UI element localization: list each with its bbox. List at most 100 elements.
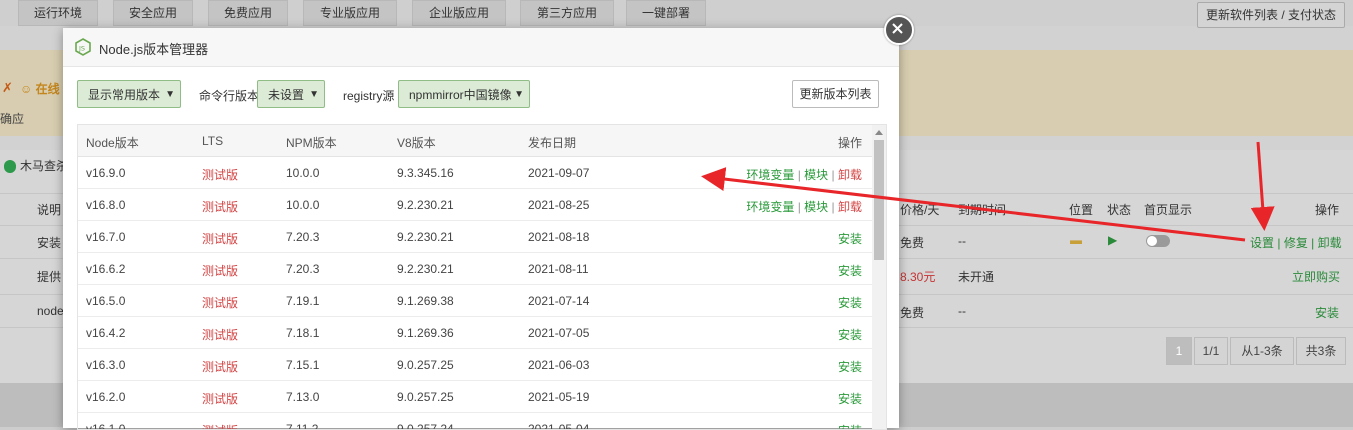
install-link[interactable]: 安装 xyxy=(838,232,862,246)
separator: | xyxy=(797,200,801,214)
row-operations: 安装 xyxy=(838,358,862,375)
v8-version-cell: 9.0.257.24 xyxy=(397,422,454,430)
env-variable-link[interactable]: 环境变量 xyxy=(746,200,794,214)
release-date-cell: 2021-07-05 xyxy=(528,326,590,340)
buy-now-link[interactable]: 立即购买 xyxy=(1292,268,1340,285)
col-home-header: 首页显示 xyxy=(1144,203,1193,217)
module-link[interactable]: 模块 xyxy=(804,200,828,214)
version-row: v16.5.0 测试版 7.19.1 9.1.269.38 2021-07-14 安装 xyxy=(78,285,872,317)
install-link[interactable]: 安装 xyxy=(838,392,862,406)
uninstall-link[interactable]: 卸载 xyxy=(838,168,862,182)
cli-version-select[interactable]: 未设置 ▼ xyxy=(257,80,325,108)
tab-free[interactable]: 免费应用 xyxy=(208,0,288,26)
pager-range: 从1-3条 xyxy=(1230,337,1294,365)
lts-cell: 测试版 xyxy=(202,422,238,429)
tab-security[interactable]: 安全应用 xyxy=(113,0,193,26)
tab-enterprise[interactable]: 企业版应用 xyxy=(412,0,506,26)
chevron-down-icon: ▼ xyxy=(165,89,175,100)
pager-current-page[interactable]: 1 xyxy=(1166,337,1192,365)
folder-icon[interactable]: ▬ xyxy=(1070,233,1082,247)
lts-cell: 测试版 xyxy=(202,200,239,214)
v8-version-cell: 9.0.257.25 xyxy=(397,358,454,372)
install-link[interactable]: 安装 xyxy=(838,264,862,278)
app-row-name: 安装 xyxy=(37,236,62,250)
v8-version-cell: 9.2.230.21 xyxy=(397,198,454,212)
table-header: Node版本 LTS NPM版本 V8版本 发布日期 操作 xyxy=(78,125,872,157)
row-operations: 安装 xyxy=(838,390,862,407)
npm-version-cell: 7.20.3 xyxy=(286,230,320,244)
version-row: v16.6.2 测试版 7.20.3 9.2.230.21 2021-08-11 安装 xyxy=(78,253,872,285)
home-display-toggle[interactable] xyxy=(1146,235,1170,247)
online-service-link[interactable]: ☺ 在线 xyxy=(20,80,60,97)
update-version-list-button[interactable]: 更新版本列表 xyxy=(792,80,879,108)
col-node-version: Node版本 xyxy=(86,136,139,150)
release-date-cell: 2021-07-14 xyxy=(528,294,590,308)
col-v8-version: V8版本 xyxy=(397,136,436,150)
play-icon[interactable]: ▶ xyxy=(1108,233,1117,247)
uninstall-link[interactable]: 卸载 xyxy=(838,200,862,214)
v8-version-cell: 9.1.269.38 xyxy=(397,294,454,308)
install-link[interactable]: 安装 xyxy=(838,328,862,342)
node-version-cell: v16.8.0 xyxy=(86,198,126,212)
app-row-expire: 未开通 xyxy=(958,270,995,284)
version-row: v16.9.0 测试版 10.0.0 9.3.345.16 2021-09-07 环境变量… xyxy=(78,157,872,189)
npm-version-cell: 10.0.0 xyxy=(286,166,320,180)
release-date-cell: 2021-09-07 xyxy=(528,166,590,180)
release-date-cell: 2021-06-03 xyxy=(528,358,590,372)
install-link[interactable]: 安装 xyxy=(838,296,862,310)
scroll-up-arrow-icon[interactable] xyxy=(875,130,883,135)
lts-cell: 测试版 xyxy=(202,296,239,310)
install-link[interactable]: 安装 xyxy=(838,424,862,429)
refresh-software-list-button[interactable]: 更新软件列表 / 支付状态 xyxy=(1196,2,1345,28)
node-version-cell: v16.2.0 xyxy=(86,390,126,404)
node-version-cell: v16.4.2 xyxy=(86,326,126,340)
col-operations: 操作 xyxy=(837,136,862,150)
version-row: v16.1.0 测试版 7.11.2 9.0.257.24 2021-05-04 安装 xyxy=(78,413,872,430)
pager-total: 共3条 xyxy=(1296,337,1346,365)
uninstall-link[interactable]: 卸载 xyxy=(1318,236,1342,250)
online-label: 在线 xyxy=(35,82,60,96)
app-row-price: 免费 xyxy=(900,306,925,320)
col-desc-header: 说明 xyxy=(37,203,62,217)
node-version-cell: v16.6.2 xyxy=(86,262,126,276)
row-operations: 环境变量 | 模块 | 卸载 xyxy=(746,198,862,215)
version-filter-select[interactable]: 显示常用版本 ▼ xyxy=(77,80,181,108)
trojan-label: 木马查杀 xyxy=(20,159,69,173)
tab-one-click-deploy[interactable]: 一键部署 xyxy=(626,0,706,26)
scrollbar-thumb[interactable] xyxy=(874,140,884,260)
chevron-down-icon: ▼ xyxy=(309,89,319,100)
trojan-scan-link[interactable]: 木马查杀 xyxy=(4,157,68,174)
settings-link[interactable]: 设置 xyxy=(1250,236,1274,250)
version-row: v16.4.2 测试版 7.18.1 9.1.269.36 2021-07-05 安装 xyxy=(78,317,872,349)
table-scrollbar[interactable] xyxy=(872,125,886,429)
install-link[interactable]: 安装 xyxy=(1315,304,1339,321)
install-link[interactable]: 安装 xyxy=(838,360,862,374)
app-row-name: 提供 xyxy=(37,270,62,284)
repair-link[interactable]: 修复 xyxy=(1284,236,1308,250)
separator: | xyxy=(831,168,835,182)
version-row: v16.3.0 测试版 7.15.1 9.0.257.25 2021-06-03 安装 xyxy=(78,349,872,381)
row-operations: 安装 xyxy=(838,294,862,311)
tab-pro[interactable]: 专业版应用 xyxy=(303,0,397,26)
npm-version-cell: 7.11.2 xyxy=(286,422,319,430)
version-row: v16.7.0 测试版 7.20.3 9.2.230.21 2021-08-18 安装 xyxy=(78,221,872,253)
module-link[interactable]: 模块 xyxy=(804,168,828,182)
row-operations: 安装 xyxy=(838,262,862,279)
lts-cell: 测试版 xyxy=(202,392,239,406)
tab-runtime[interactable]: 运行环境 xyxy=(18,0,98,26)
env-variable-link[interactable]: 环境变量 xyxy=(746,168,794,182)
tab-third-party[interactable]: 第三方应用 xyxy=(520,0,614,26)
registry-select[interactable]: npmmirror中国镜像 ▼ xyxy=(398,80,530,108)
npm-version-cell: 7.13.0 xyxy=(286,390,320,404)
close-icon xyxy=(892,23,903,34)
v8-version-cell: 9.1.269.36 xyxy=(397,326,454,340)
chevron-down-icon: ▼ xyxy=(514,89,524,100)
nodejs-logo-icon: JS xyxy=(75,38,91,56)
col-npm-version: NPM版本 xyxy=(286,136,337,150)
app-row-name: node xyxy=(37,304,64,318)
npm-version-cell: 7.15.1 xyxy=(286,358,320,372)
close-dialog-button[interactable] xyxy=(884,15,914,45)
col-position-header: 位置 xyxy=(1069,203,1094,217)
app-row-expire: -- xyxy=(958,304,966,318)
npm-version-cell: 7.18.1 xyxy=(286,326,320,340)
